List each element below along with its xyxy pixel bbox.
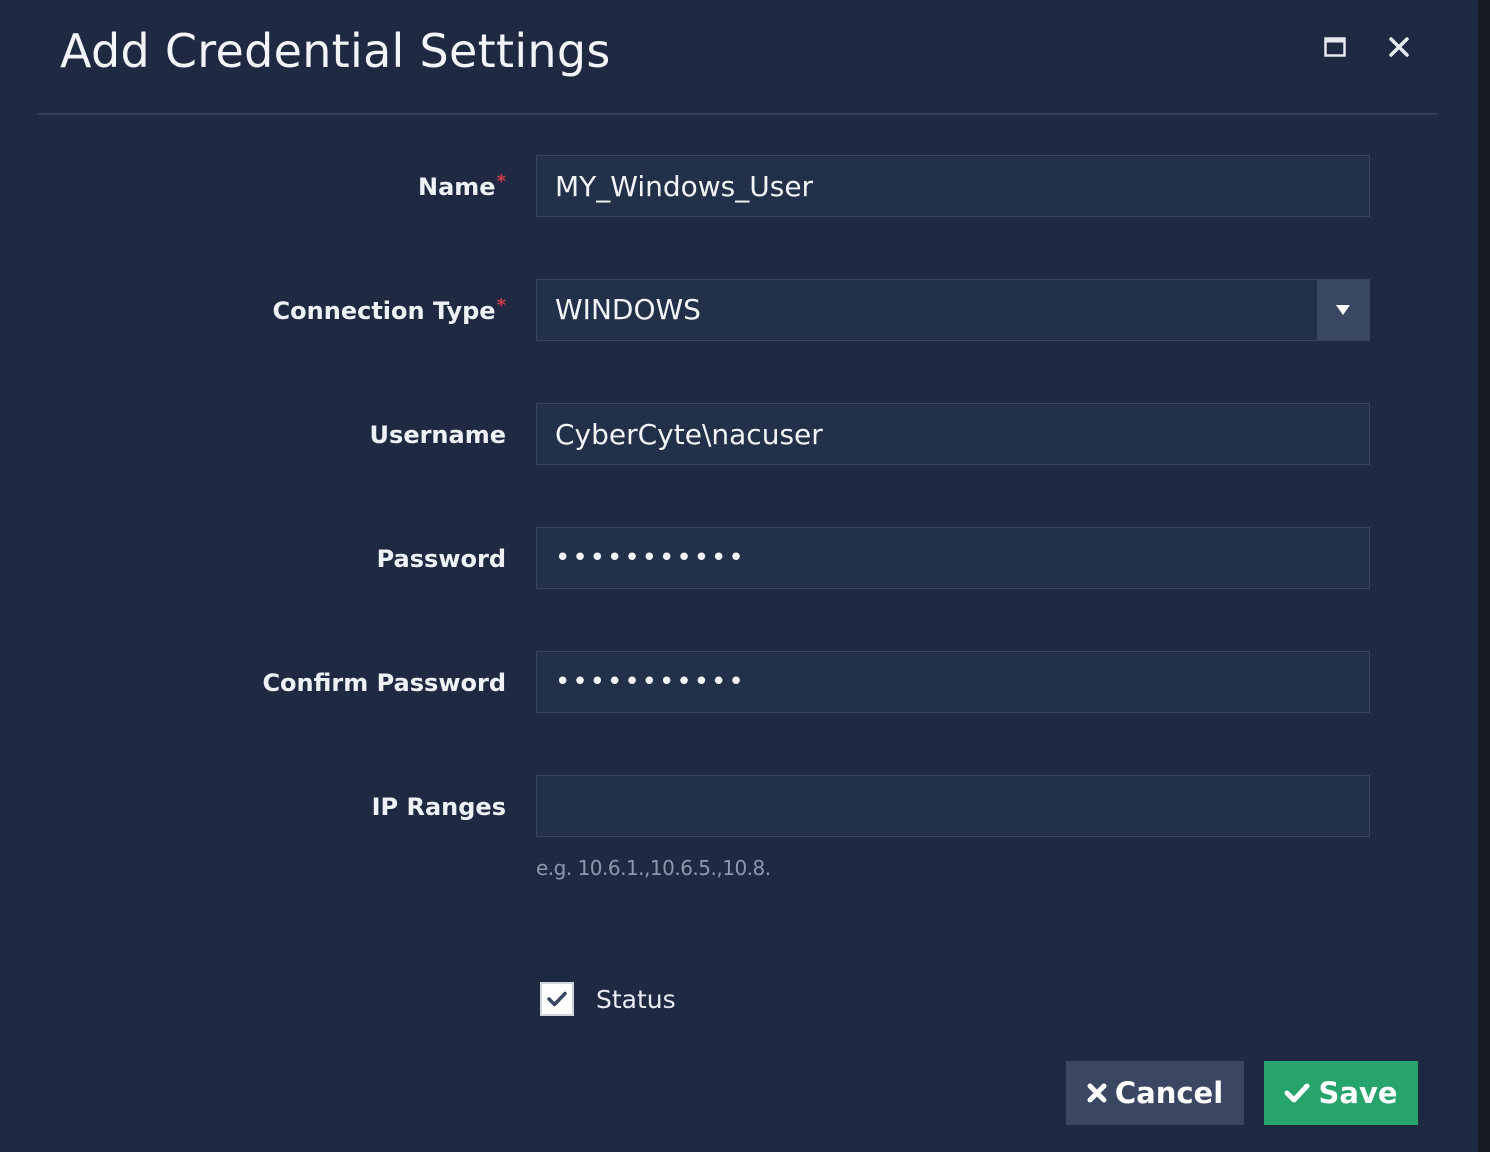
dialog-title: Add Credential Settings (60, 24, 611, 78)
ip-ranges-row: IP Ranges (0, 775, 1478, 839)
password-label: Password (376, 545, 506, 573)
ip-ranges-input[interactable] (536, 775, 1370, 837)
name-label: Name * (418, 155, 506, 219)
confirm-password-row: Confirm Password (0, 651, 1478, 715)
close-icon (1389, 37, 1409, 57)
ip-ranges-label: IP Ranges (371, 793, 506, 821)
name-row: Name * (0, 155, 1478, 219)
check-icon (1284, 1083, 1310, 1103)
times-icon (1087, 1083, 1107, 1103)
connection-type-label-text: Connection Type (272, 297, 496, 325)
connection-type-value: WINDOWS (555, 293, 701, 326)
username-label: Username (369, 421, 506, 449)
status-toggle[interactable]: Status (540, 980, 676, 1018)
status-label: Status (596, 984, 676, 1014)
dialog-header: Add Credential Settings (38, 0, 1438, 115)
required-mark: * (496, 295, 506, 316)
close-button[interactable] (1382, 30, 1416, 64)
username-row: Username (0, 403, 1478, 467)
confirm-password-input[interactable] (536, 651, 1370, 713)
connection-type-label: Connection Type * (273, 279, 506, 343)
connection-type-dropdown-button[interactable] (1317, 280, 1369, 340)
password-input[interactable] (536, 527, 1370, 589)
name-label-text: Name (418, 173, 496, 201)
password-row: Password (0, 527, 1478, 591)
maximize-icon (1324, 37, 1346, 57)
maximize-button[interactable] (1318, 30, 1352, 64)
required-mark: * (496, 171, 506, 192)
cancel-label: Cancel (1114, 1076, 1224, 1110)
caret-down-icon (1336, 305, 1350, 315)
checkmark-icon (547, 991, 567, 1007)
status-checkbox[interactable] (540, 982, 574, 1016)
ip-ranges-hint: e.g. 10.6.1.,10.6.5.,10.8. (536, 856, 771, 880)
save-button[interactable]: Save (1264, 1061, 1418, 1125)
save-label: Save (1318, 1076, 1398, 1110)
cancel-button[interactable]: Cancel (1066, 1061, 1244, 1125)
connection-type-select[interactable]: WINDOWS (536, 279, 1370, 341)
connection-type-row: Connection Type * WINDOWS (0, 279, 1478, 343)
name-input[interactable] (536, 155, 1370, 217)
window-edge (1478, 0, 1490, 1152)
confirm-password-label: Confirm Password (262, 669, 506, 697)
username-input[interactable] (536, 403, 1370, 465)
add-credential-dialog: Add Credential Settings Name* Connection… (0, 0, 1478, 1152)
